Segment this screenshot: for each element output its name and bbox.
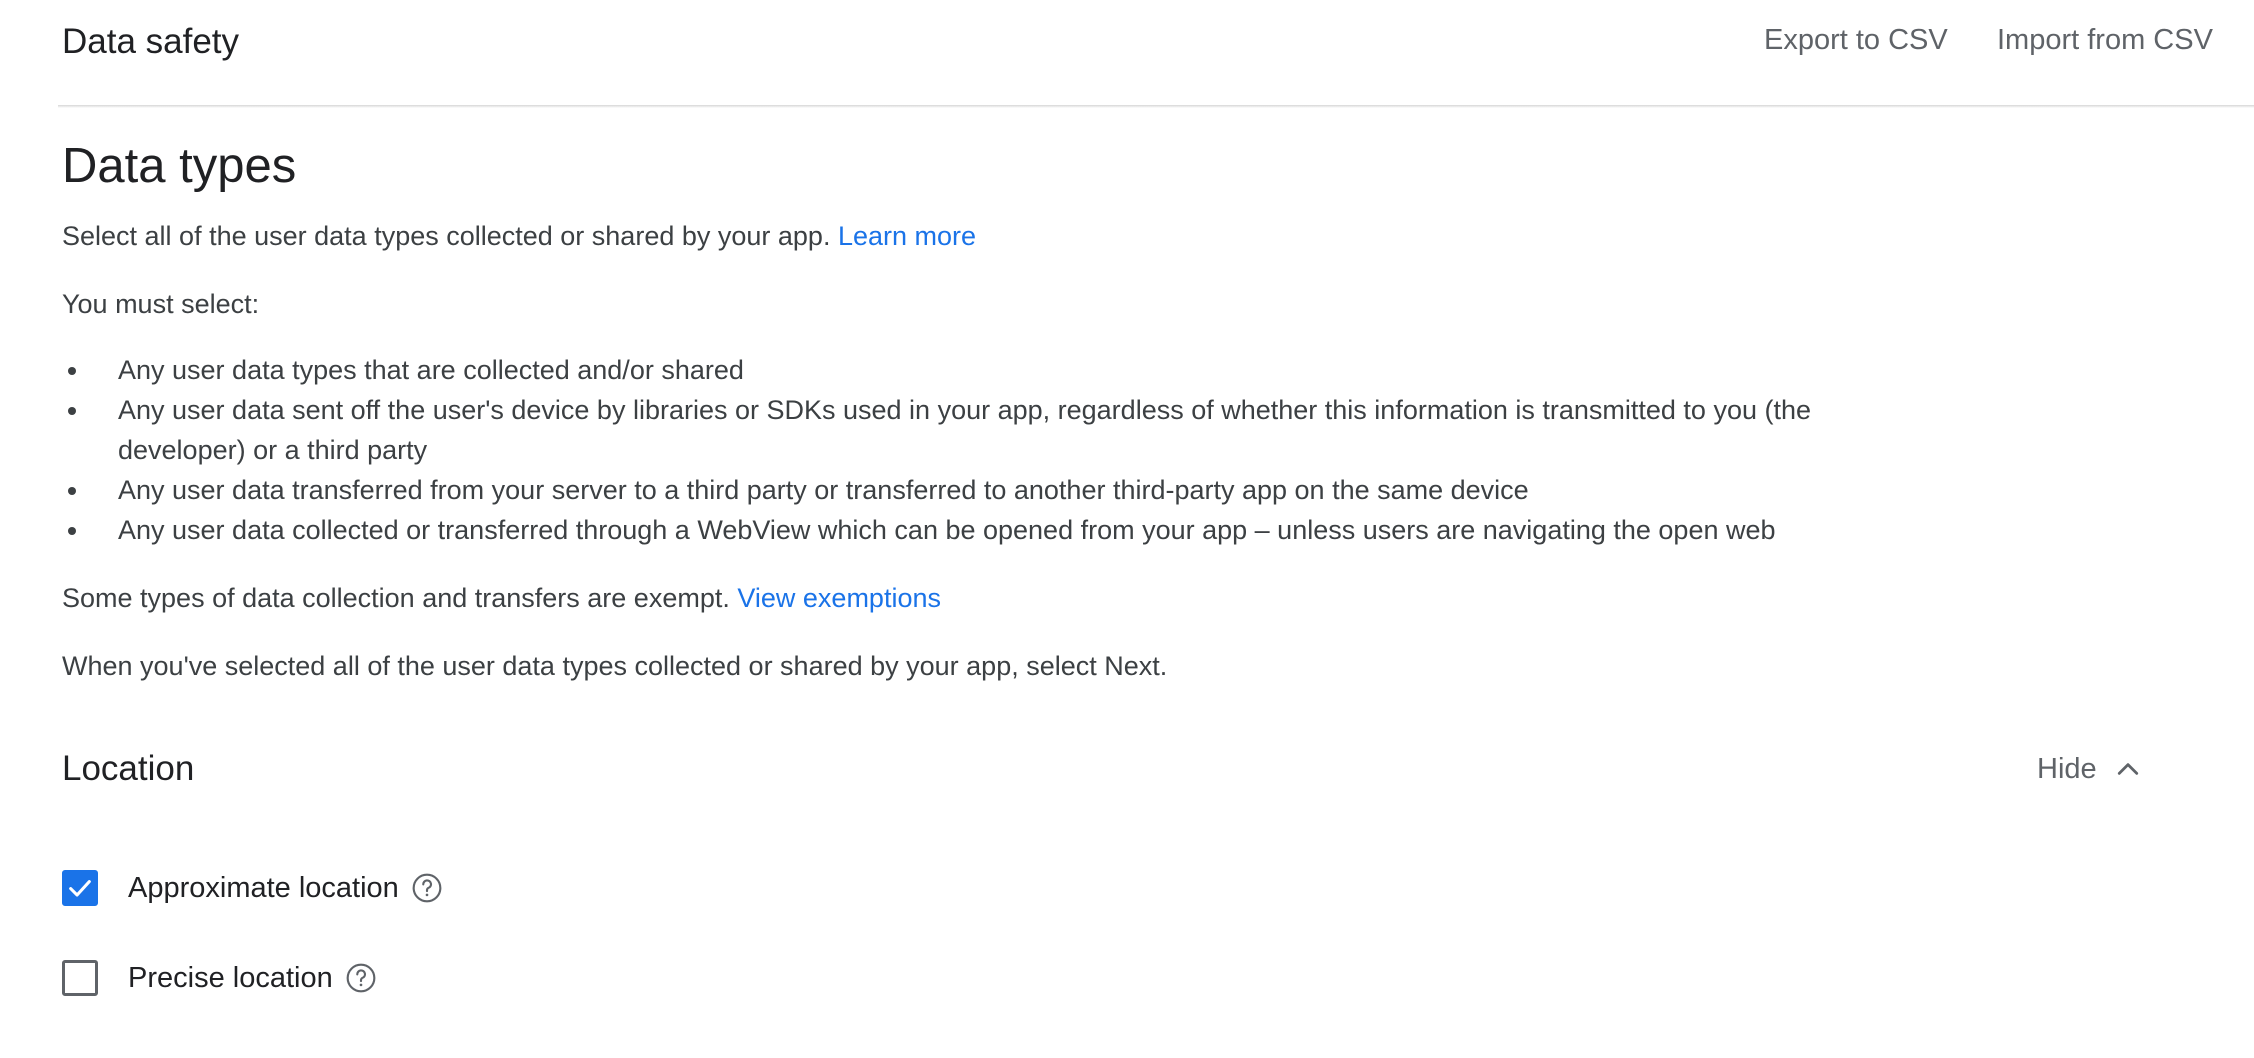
list-item-text: Any user data transferred from your serv…	[118, 475, 1529, 505]
bullet	[68, 487, 76, 495]
must-select-text: You must select:	[62, 289, 260, 319]
help-circle-icon[interactable]	[345, 962, 377, 994]
exemptions-text: Some types of data collection and transf…	[62, 578, 2162, 618]
precise-location-checkbox[interactable]	[62, 960, 98, 996]
precise-location-row: Precise location	[62, 958, 377, 998]
import-csv-button[interactable]: Import from CSV	[1997, 24, 2213, 57]
hide-toggle-button[interactable]: Hide	[2037, 744, 2143, 794]
top-bar: Data safety Export to CSV Import from CS…	[0, 0, 2254, 107]
location-title: Location	[62, 749, 195, 788]
intro-sentence: Select all of the user data types collec…	[62, 221, 831, 251]
approximate-location-label: Approximate location	[128, 871, 399, 904]
list-item-text: Any user data types that are collected a…	[118, 355, 744, 385]
next-instruction: When you've selected all of the user dat…	[62, 651, 1168, 681]
list-item-text: Any user data sent off the user's device…	[118, 395, 1811, 465]
view-exemptions-link[interactable]: View exemptions	[737, 583, 941, 613]
top-bar-divider	[58, 105, 2254, 108]
list-item: Any user data sent off the user's device…	[62, 390, 1940, 470]
approximate-location-row: Approximate location	[62, 868, 443, 908]
list-item: Any user data types that are collected a…	[62, 350, 1940, 390]
requirements-list: Any user data types that are collected a…	[62, 350, 2162, 550]
list-item-text: Any user data collected or transferred t…	[118, 515, 1776, 545]
exempt-sentence: Some types of data collection and transf…	[62, 583, 730, 613]
list-item: Any user data transferred from your serv…	[62, 470, 1940, 510]
chevron-up-icon	[2117, 763, 2138, 775]
checkmark-icon	[69, 880, 91, 897]
location-section-header: Location Hide	[62, 744, 2152, 794]
data-types-section: Data types Select all of the user data t…	[62, 130, 2162, 686]
precise-location-label: Precise location	[128, 961, 333, 994]
page-title: Data types	[62, 139, 297, 193]
hide-label: Hide	[2037, 752, 2097, 785]
app-title: Data safety	[62, 22, 240, 61]
intro-text: Select all of the user data types collec…	[62, 216, 2162, 256]
bullet	[68, 367, 76, 375]
list-item: Any user data collected or transferred t…	[62, 510, 1940, 550]
bullet	[68, 407, 76, 415]
bullet	[68, 527, 76, 535]
export-csv-button[interactable]: Export to CSV	[1764, 24, 1948, 57]
learn-more-link[interactable]: Learn more	[838, 221, 976, 251]
help-circle-icon[interactable]	[411, 872, 443, 904]
approximate-location-checkbox[interactable]	[62, 870, 98, 906]
